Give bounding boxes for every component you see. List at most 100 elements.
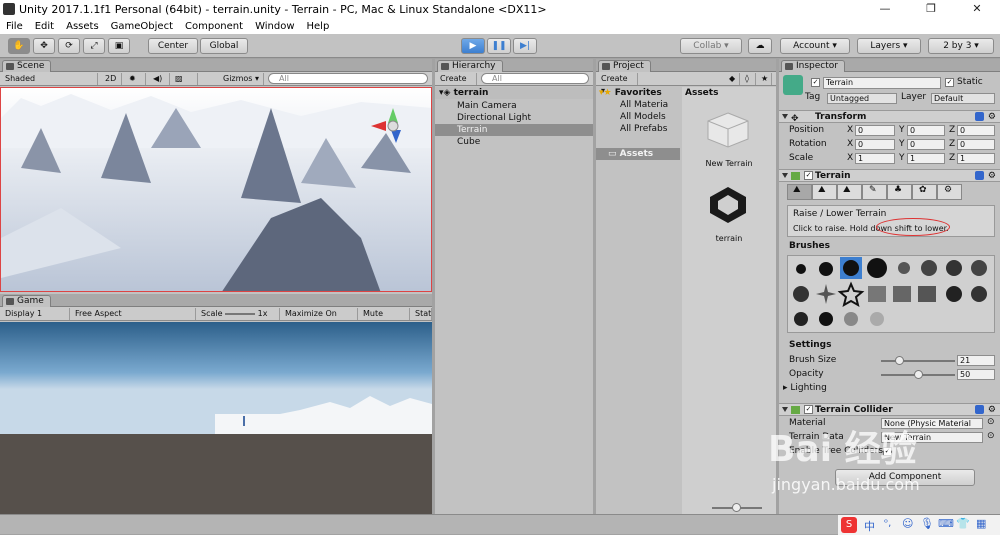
tab-hierarchy[interactable]: Hierarchy bbox=[437, 60, 503, 72]
opacity-slider-knob[interactable] bbox=[913, 370, 923, 379]
help-icon[interactable] bbox=[975, 112, 984, 121]
filter-by-label-button[interactable]: ◊ bbox=[742, 73, 756, 85]
scale-slider[interactable]: Scale 1x bbox=[198, 308, 280, 320]
smooth-height-tool-button[interactable]: ⛰ bbox=[837, 184, 862, 200]
place-trees-tool-button[interactable]: ♣ bbox=[887, 184, 912, 200]
hierarchy-search-input[interactable]: All bbox=[481, 73, 589, 84]
menu-window[interactable]: Window bbox=[255, 21, 294, 32]
gear-icon[interactable]: ⚙ bbox=[988, 170, 996, 182]
scale-z-field[interactable]: 1 bbox=[957, 153, 995, 164]
hierarchy-item-main-camera[interactable]: Main Camera bbox=[435, 100, 593, 112]
shading-mode-dropdown[interactable]: Shaded bbox=[2, 73, 98, 85]
help-icon[interactable] bbox=[975, 405, 984, 414]
close-button[interactable]: ✕ bbox=[954, 0, 1000, 18]
scale-y-field[interactable]: 1 bbox=[907, 153, 945, 164]
paint-height-tool-button[interactable]: ⛰ bbox=[812, 184, 837, 200]
gear-icon[interactable]: ⚙ bbox=[988, 404, 996, 416]
menu-help[interactable]: Help bbox=[307, 21, 330, 32]
pivot-global-button[interactable]: Global bbox=[200, 38, 248, 54]
hierarchy-item-terrain[interactable]: Terrain bbox=[435, 124, 593, 136]
scene-viewport[interactable] bbox=[0, 87, 432, 292]
brush-thumbnails[interactable] bbox=[788, 256, 996, 334]
scene-root-row[interactable]: ▾◈ terrain bbox=[435, 87, 593, 99]
brush-size-slider-knob[interactable] bbox=[894, 356, 904, 365]
favorite-all-prefabs[interactable]: All Prefabs bbox=[596, 123, 680, 135]
paint-details-tool-button[interactable]: ✿ bbox=[912, 184, 937, 200]
toolbox-icon[interactable]: ▦ bbox=[976, 517, 986, 530]
keyboard-icon[interactable]: ⌨ bbox=[938, 517, 954, 530]
asset-new-terrain[interactable] bbox=[702, 107, 754, 151]
paint-texture-tool-button[interactable]: ✎ bbox=[862, 184, 887, 200]
scale-x-field[interactable]: 1 bbox=[855, 153, 895, 164]
terrain-component-header[interactable]: ✓ Terrain ⚙ bbox=[779, 169, 1000, 182]
hierarchy-item-directional-light[interactable]: Directional Light bbox=[435, 112, 593, 124]
cloud-button[interactable]: ☁ bbox=[748, 38, 772, 54]
static-checkbox[interactable]: ✓ bbox=[945, 78, 954, 87]
position-z-field[interactable]: 0 bbox=[957, 125, 995, 136]
effects-dropdown[interactable]: ▨ bbox=[172, 73, 198, 85]
position-y-field[interactable]: 0 bbox=[907, 125, 945, 136]
lighting-foldout[interactable]: ▸ Lighting bbox=[783, 383, 827, 394]
transform-header[interactable]: ✥ Transform ⚙ bbox=[779, 110, 1000, 124]
gizmos-dropdown[interactable]: Gizmos ▾ bbox=[220, 73, 264, 85]
asset-terrain-scene[interactable] bbox=[704, 183, 752, 227]
object-picker-icon[interactable]: ⊙ bbox=[987, 417, 995, 428]
pivot-center-button[interactable]: Center bbox=[148, 38, 198, 54]
active-checkbox[interactable]: ✓ bbox=[811, 78, 820, 87]
menu-file[interactable]: File bbox=[6, 21, 23, 32]
opacity-field[interactable]: 50 bbox=[957, 369, 995, 380]
layer-dropdown[interactable]: Default bbox=[931, 93, 995, 104]
menu-component[interactable]: Component bbox=[185, 21, 243, 32]
collider-enabled-checkbox[interactable]: ✓ bbox=[804, 405, 813, 414]
rotation-z-field[interactable]: 0 bbox=[957, 139, 995, 150]
favorite-all-models[interactable]: All Models bbox=[596, 111, 680, 123]
tag-dropdown[interactable]: Untagged bbox=[827, 93, 897, 104]
hierarchy-item-cube[interactable]: Cube bbox=[435, 136, 593, 148]
tab-game[interactable]: Game bbox=[2, 295, 51, 307]
scale-tool-button[interactable]: ⤢ bbox=[83, 38, 105, 54]
terrain-settings-button[interactable]: ⚙ bbox=[937, 184, 962, 200]
menu-gameobject[interactable]: GameObject bbox=[111, 21, 173, 32]
gear-icon[interactable]: ⚙ bbox=[988, 111, 996, 123]
skin-icon[interactable]: 👕 bbox=[956, 517, 970, 530]
icon-size-slider-knob[interactable] bbox=[732, 503, 741, 512]
pause-button[interactable]: ❚❚ bbox=[487, 38, 511, 54]
tab-project[interactable]: Project bbox=[598, 60, 651, 72]
emoji-icon[interactable]: ☺ bbox=[902, 517, 913, 530]
terrain-enabled-checkbox[interactable]: ✓ bbox=[804, 171, 813, 180]
rotation-x-field[interactable]: 0 bbox=[855, 139, 895, 150]
rotation-y-field[interactable]: 0 bbox=[907, 139, 945, 150]
layers-dropdown[interactable]: Layers ▾ bbox=[857, 38, 921, 54]
brush-size-field[interactable]: 21 bbox=[957, 355, 995, 366]
stats-toggle[interactable]: Stat bbox=[412, 308, 432, 320]
scene-search-input[interactable]: All bbox=[268, 73, 428, 84]
mute-audio-toggle[interactable]: Mute Audio bbox=[360, 308, 410, 330]
gameobject-name-field[interactable]: Terrain bbox=[823, 77, 941, 89]
maximize-on-play-toggle[interactable]: Maximize On Play bbox=[282, 308, 358, 330]
rotate-tool-button[interactable]: ⟳ bbox=[58, 38, 80, 54]
help-icon[interactable] bbox=[975, 171, 984, 180]
tab-inspector[interactable]: Inspector bbox=[781, 60, 845, 72]
hand-tool-button[interactable]: ✋ bbox=[8, 38, 30, 54]
assets-folder-row[interactable]: ▭ Assets bbox=[596, 148, 680, 160]
microphone-icon[interactable]: 🎙 bbox=[920, 517, 934, 530]
ime-mode-label[interactable]: 中 bbox=[864, 518, 875, 534]
audio-toggle[interactable]: ◀) bbox=[150, 73, 170, 85]
favorites-header[interactable]: ▾★ Favorites bbox=[596, 87, 680, 99]
rect-tool-button[interactable]: ▣ bbox=[108, 38, 130, 54]
brush-size-slider-track[interactable] bbox=[881, 360, 955, 362]
lighting-toggle[interactable]: ✹ bbox=[126, 73, 146, 85]
object-picker-icon[interactable]: ⊙ bbox=[987, 431, 995, 442]
play-button[interactable]: ▶ bbox=[461, 38, 485, 54]
raise-lower-tool-button[interactable]: ⛰ bbox=[787, 184, 812, 200]
tab-scene[interactable]: Scene bbox=[2, 60, 52, 72]
aspect-dropdown[interactable]: Free Aspect bbox=[72, 308, 196, 320]
move-tool-button[interactable]: ✥ bbox=[33, 38, 55, 54]
minimize-button[interactable]: — bbox=[862, 0, 908, 18]
menu-edit[interactable]: Edit bbox=[35, 21, 54, 32]
hierarchy-create-dropdown[interactable]: Create ▾ bbox=[437, 73, 477, 95]
collab-dropdown[interactable]: Collab ▾ bbox=[680, 38, 742, 54]
project-create-dropdown[interactable]: Create ▾ bbox=[598, 73, 638, 95]
display-dropdown[interactable]: Display 1 bbox=[2, 308, 70, 320]
restore-button[interactable]: ❐ bbox=[908, 0, 954, 18]
